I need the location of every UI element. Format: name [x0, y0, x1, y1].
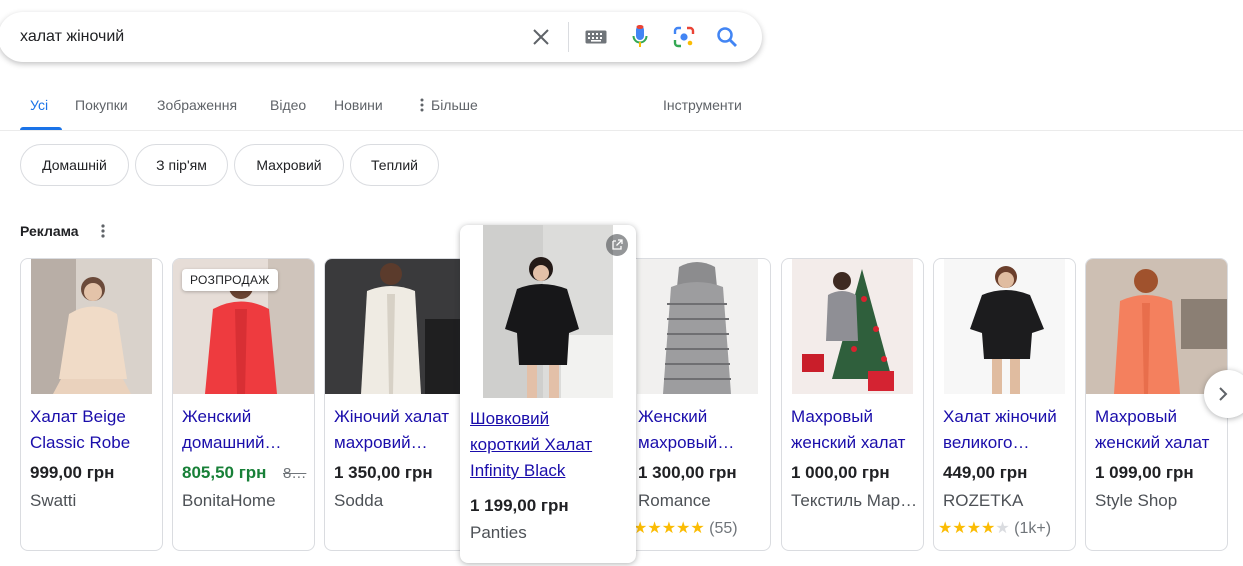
product-title[interactable]: Махровый женский халат: [1095, 404, 1223, 456]
chevron-right-icon: [1219, 387, 1228, 401]
product-store: Romance: [638, 491, 711, 510]
product-image[interactable]: [637, 259, 758, 394]
product-store: ROZETKA: [943, 491, 1024, 510]
product-price: 1 199,00 грн: [470, 496, 569, 515]
ads-label: Реклама: [20, 223, 79, 239]
chip-warm[interactable]: Теплий: [350, 144, 439, 186]
product-card[interactable]: РОЗПРОДАЖ Женский домашний халат 805,50 …: [172, 258, 315, 551]
tab-videos[interactable]: Відео: [270, 97, 306, 113]
search-box[interactable]: халат жіночий: [0, 12, 762, 62]
sale-badge: РОЗПРОДАЖ: [182, 269, 278, 291]
product-store: Style Shop: [1095, 491, 1178, 510]
camera-lens-icon[interactable]: [672, 25, 696, 49]
rating-stars: ★★★★★: [938, 520, 1010, 537]
tab-images[interactable]: Зображення: [157, 97, 237, 113]
open-in-new-icon[interactable]: [606, 234, 628, 256]
product-image[interactable]: [483, 225, 613, 398]
rating-stars: ★★★★★: [633, 520, 705, 537]
product-rating: ★★★★★ (1k+): [938, 518, 1051, 538]
product-old-price: 8…: [283, 465, 307, 482]
product-title[interactable]: Женский домашний халат: [182, 404, 310, 456]
product-card-hovered[interactable]: Шовковий короткий Халат Infinity Black 1…: [460, 225, 636, 563]
product-card[interactable]: Халат Beige Classic Robe 999,00 грн Swat…: [20, 258, 163, 551]
product-image[interactable]: [325, 259, 466, 394]
more-vert-icon: [420, 98, 424, 112]
chip-feathers[interactable]: З пір'ям: [135, 144, 228, 186]
tab-all[interactable]: Усі: [30, 97, 48, 113]
tab-shopping[interactable]: Покупки: [75, 97, 128, 113]
keyboard-icon[interactable]: [584, 25, 608, 49]
rating-count: (55): [709, 520, 738, 537]
product-image[interactable]: [31, 259, 152, 394]
product-store: Panties: [470, 523, 527, 542]
tab-more-label: Більше: [431, 97, 478, 113]
product-store: Sodda: [334, 491, 384, 510]
search-divider: [568, 22, 569, 52]
product-price: 449,00 грн: [943, 463, 1028, 482]
product-card[interactable]: Женский махровый халат 1 300,00 грн Roma…: [628, 258, 771, 551]
ads-menu-icon[interactable]: [97, 223, 109, 239]
product-store: Swatti: [30, 491, 77, 510]
product-title[interactable]: Женский махровый халат: [638, 404, 766, 456]
product-price: 1 000,00 грн: [791, 463, 890, 482]
microphone-icon[interactable]: [628, 25, 652, 49]
product-card[interactable]: Махровый женский халат 1 000,00 грн Текс…: [781, 258, 924, 551]
product-image[interactable]: [792, 259, 913, 394]
tab-news[interactable]: Новини: [334, 97, 383, 113]
product-price: 1 350,00 грн: [334, 463, 433, 482]
tabs-divider: [0, 130, 1243, 131]
search-icon[interactable]: [715, 25, 739, 49]
product-price: 1 099,00 грн: [1095, 463, 1194, 482]
product-title[interactable]: Халат Beige Classic Robe: [30, 404, 158, 456]
product-store: BonitaHome: [182, 491, 276, 510]
product-price: 1 300,00 грн: [638, 463, 737, 482]
product-image[interactable]: [944, 259, 1065, 394]
product-store: Текстиль Маркет: [791, 491, 919, 510]
rating-count: (1k+): [1014, 520, 1052, 537]
product-price: 999,00 грн: [30, 463, 115, 482]
chip-terry[interactable]: Махровий: [234, 144, 344, 186]
product-card[interactable]: Жіночий халат махровий теплий 1 350,00 г…: [324, 258, 467, 551]
product-price: 805,50 грн: [182, 463, 267, 482]
tab-more[interactable]: Більше: [419, 97, 478, 113]
product-title[interactable]: Махровый женский халат: [791, 404, 919, 456]
product-card[interactable]: Халат жіночий великого розміру 449,00 гр…: [933, 258, 1076, 551]
product-image[interactable]: [1086, 259, 1227, 394]
tools-button[interactable]: Інструменти: [663, 97, 742, 113]
product-title[interactable]: Халат жіночий великого розміру: [943, 404, 1071, 456]
product-title[interactable]: Шовковий короткий Халат Infinity Black: [470, 406, 620, 484]
clear-icon[interactable]: [529, 25, 553, 49]
search-input[interactable]: халат жіночий: [20, 28, 124, 46]
product-title[interactable]: Жіночий халат махровий теплий: [334, 404, 462, 456]
chip-domashnii[interactable]: Домашній: [20, 144, 129, 186]
product-rating: ★★★★★ (55): [633, 518, 738, 538]
